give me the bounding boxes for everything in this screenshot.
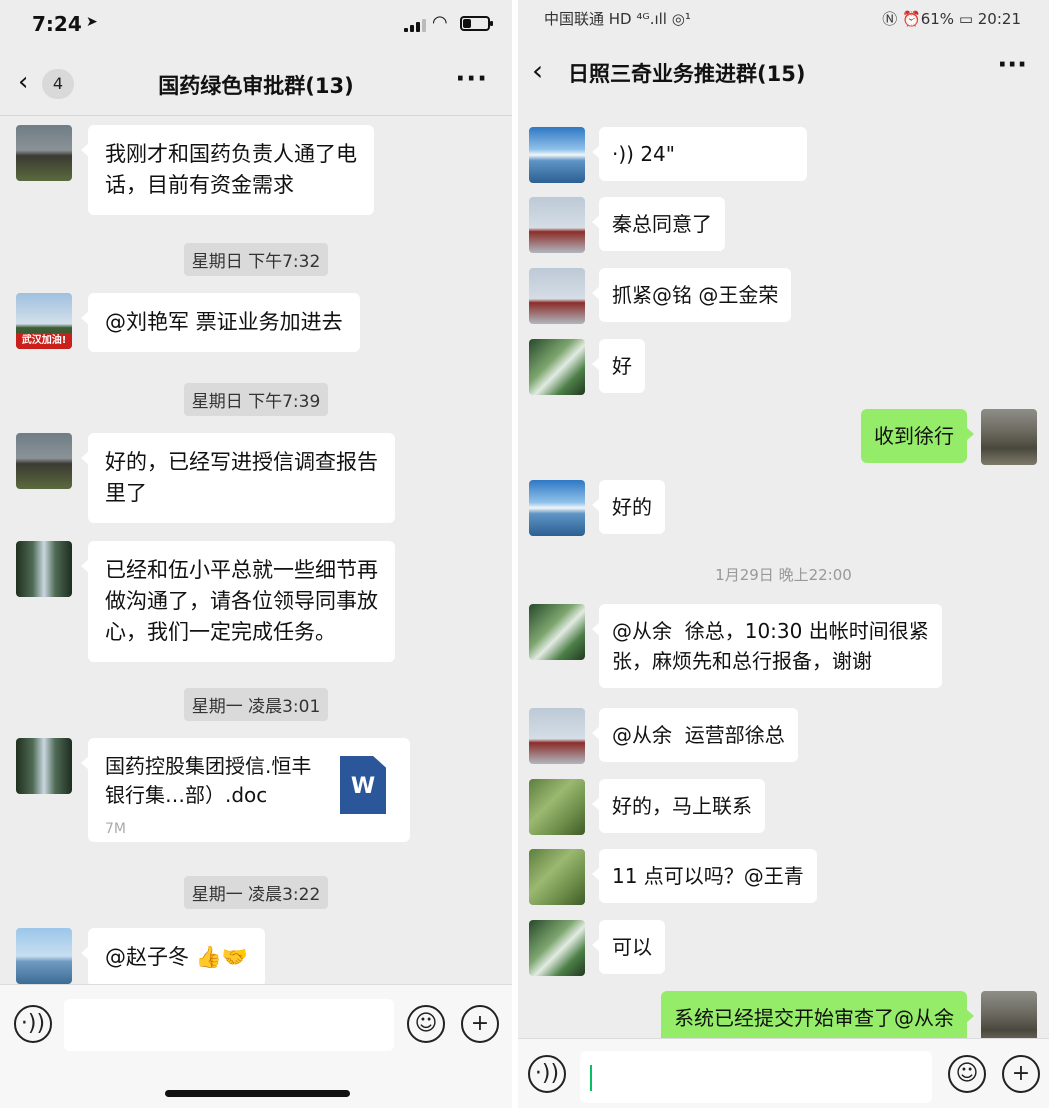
avatar-caption: 武汉加油! <box>16 333 72 349</box>
voice-icon[interactable]: ·)) <box>528 1055 566 1093</box>
avatar[interactable] <box>529 268 585 324</box>
avatar[interactable] <box>529 920 585 976</box>
plus-icon[interactable]: + <box>1002 1055 1040 1093</box>
message-bubble[interactable]: 好的，马上联系 <box>592 779 765 833</box>
message-bubble[interactable]: 系统已经提交开始审查了@从余 <box>661 991 974 1045</box>
avatar[interactable] <box>529 197 585 253</box>
message-bubble[interactable]: @赵子冬 👍🤝 <box>81 928 265 987</box>
message-bubble[interactable]: 11 点可以吗？@王青 <box>592 849 817 903</box>
timestamp-label: 星期一 凌晨3:22 <box>183 876 329 909</box>
wifi-icon: ◠ <box>432 12 448 33</box>
voice-icon[interactable]: ·)) <box>14 1005 52 1043</box>
message-bubble[interactable]: 好的，已经写进授信调查报告 里了 <box>81 433 395 523</box>
avatar[interactable] <box>529 480 585 536</box>
chat-header: ‹ 日照三奇业务推进群(15) ··· <box>518 36 1049 110</box>
status-right: Ⓝ ⏰61% ▭ 20:21 <box>882 10 1021 28</box>
avatar[interactable] <box>16 541 72 597</box>
avatar[interactable] <box>981 409 1037 465</box>
avatar[interactable] <box>529 604 585 660</box>
chat-header: ‹ 4 国药绿色审批群(13) ··· <box>0 50 512 116</box>
voice-message[interactable]: ·)) 24" <box>592 127 807 181</box>
message-bubble[interactable]: 已经和伍小平总就一些细节再 做沟通了，请各位领导同事放 心，我们一定完成任务。 <box>81 541 395 662</box>
timestamp: 星期日 下午7:32 <box>0 243 512 276</box>
carrier-label: 中国联通 HD ⁴ᴳ.ıll ◎¹ <box>544 10 691 28</box>
avatar[interactable] <box>529 127 585 183</box>
chat-title: 日照三奇业务推进群(15) <box>568 62 806 86</box>
avatar[interactable] <box>529 849 585 905</box>
emoji-icon[interactable]: ☺ <box>407 1005 445 1043</box>
avatar[interactable] <box>529 779 585 835</box>
chevron-left-icon[interactable]: ‹ <box>532 54 543 87</box>
avatar[interactable] <box>16 738 72 794</box>
cellular-signal-icon <box>404 18 428 32</box>
timestamp-label: 星期一 凌晨3:01 <box>183 688 329 721</box>
message-bubble[interactable]: 可以 <box>592 920 665 974</box>
avatar[interactable] <box>529 708 585 764</box>
message-bubble[interactable]: @从余 运营部徐总 <box>592 708 798 762</box>
location-arrow-icon: ➤ <box>86 14 98 30</box>
input-bar: ·)) ☺ + <box>518 1038 1049 1108</box>
timestamp: 1月29日 晚上22:00 <box>518 560 1049 589</box>
timestamp-label: 星期日 下午7:32 <box>183 243 329 276</box>
avatar[interactable] <box>16 928 72 984</box>
message-bubble[interactable]: @从余 徐总，10:30 出帐时间很紧 张，麻烦先和总行报备，谢谢 <box>592 604 942 688</box>
timestamp: 星期日 下午7:39 <box>0 383 512 416</box>
message-bubble[interactable]: 收到徐行 <box>861 409 974 463</box>
message-bubble[interactable]: 抓紧@铭 @王金荣 <box>591 268 792 322</box>
word-doc-icon: W <box>340 756 386 814</box>
right-chat-screen: 中国联通 HD ⁴ᴳ.ıll ◎¹ Ⓝ ⏰61% ▭ 20:21 ‹ 日照三奇业… <box>518 0 1049 1108</box>
message-bubble[interactable]: @刘艳军 票证业务加进去 <box>81 293 360 352</box>
battery-icon <box>460 16 493 31</box>
message-bubble[interactable]: 好的 <box>592 480 665 534</box>
file-name: 国药控股集团授信.恒丰银行集…部）.doc <box>105 754 312 807</box>
status-time: 7:24 <box>32 12 82 36</box>
timestamp: 星期一 凌晨3:01 <box>0 688 512 721</box>
chat-title: 国药绿色审批群(13) <box>158 74 354 98</box>
text-cursor <box>590 1065 592 1091</box>
avatar[interactable] <box>529 339 585 395</box>
emoji-icon[interactable]: ☺ <box>948 1055 986 1093</box>
message-bubble[interactable]: 我刚才和国药负责人通了电 话，目前有资金需求 <box>81 125 374 215</box>
left-chat-screen: 7:24 ➤ ◠ ‹ 4 国药绿色审批群(13) ··· 我刚才和国药负责人通了… <box>0 0 512 1108</box>
home-indicator[interactable] <box>165 1090 350 1097</box>
avatar[interactable]: 武汉加油! <box>16 293 72 349</box>
status-bar: 中国联通 HD ⁴ᴳ.ıll ◎¹ Ⓝ ⏰61% ▭ 20:21 <box>518 0 1049 36</box>
message-input[interactable] <box>64 999 394 1051</box>
more-icon[interactable]: ··· <box>997 50 1027 80</box>
avatar[interactable] <box>16 125 72 181</box>
more-icon[interactable]: ··· <box>455 64 488 94</box>
file-message[interactable]: 国药控股集团授信.恒丰银行集…部）.doc 7M W <box>81 738 410 842</box>
timestamp: 星期一 凌晨3:22 <box>0 876 512 909</box>
message-bubble[interactable]: 秦总同意了 <box>592 197 725 251</box>
file-size: 7M <box>105 821 126 837</box>
message-bubble[interactable]: 好 <box>592 339 645 393</box>
timestamp-label: 1月29日 晚上22:00 <box>715 566 852 584</box>
timestamp-label: 星期日 下午7:39 <box>183 383 329 416</box>
status-bar: 7:24 ➤ ◠ <box>0 0 512 50</box>
plus-icon[interactable]: + <box>461 1005 499 1043</box>
message-input[interactable] <box>580 1051 932 1103</box>
avatar[interactable] <box>16 433 72 489</box>
